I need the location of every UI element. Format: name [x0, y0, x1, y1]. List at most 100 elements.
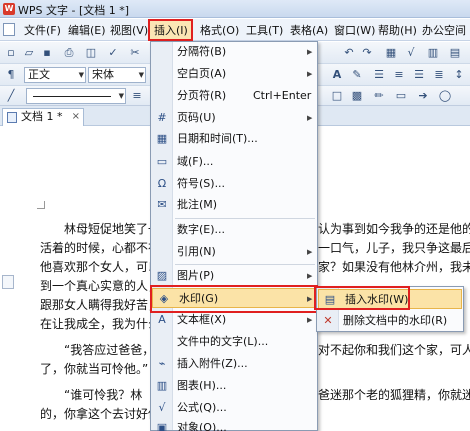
chart-toolbar-icon[interactable]: ▥: [426, 46, 440, 60]
menu-help[interactable]: 帮助(H): [378, 22, 417, 38]
menu-item-picture[interactable]: ▨ 图片(P) ▶: [151, 266, 317, 286]
document-icon[interactable]: [3, 23, 15, 36]
menu-item-text-from-file[interactable]: 文件中的文字(L)...: [151, 332, 317, 352]
undo-icon[interactable]: ↶: [342, 46, 356, 60]
menu-view[interactable]: 视图(V): [110, 22, 148, 38]
doc-line: 认为事到如今我争的还是他的人吗: [318, 222, 470, 236]
wps-logo-icon: W: [3, 3, 15, 15]
print-preview-icon[interactable]: ◫: [84, 46, 98, 60]
submenu-arrow-icon: ▶: [307, 48, 313, 56]
menu-format[interactable]: 格式(O): [200, 22, 239, 38]
attachment-icon: ⌁: [158, 357, 166, 370]
close-tab-icon[interactable]: ×: [72, 109, 80, 125]
menu-item-break[interactable]: 分隔符(B) ▶: [151, 42, 317, 62]
justify-icon[interactable]: ≣: [432, 68, 446, 82]
doc-line: 一口气，儿子，我只争这最后一口: [318, 241, 470, 255]
menu-edit[interactable]: 编辑(E): [68, 22, 106, 38]
submenu-arrow-icon: ▶: [307, 272, 313, 280]
menu-separator: [175, 218, 315, 219]
menu-item-reference[interactable]: 引用(N) ▶: [151, 242, 317, 262]
font-color-icon[interactable]: A: [330, 68, 344, 82]
doc-line: 到一个真心实意的人，: [40, 279, 152, 293]
menu-item-field[interactable]: ▭ 域(F)...: [151, 152, 317, 172]
doc-line: 林母短促地笑了一声，: [64, 222, 152, 236]
page-number-icon: #: [157, 111, 167, 124]
line-spacing-icon[interactable]: ↕: [452, 68, 466, 82]
submenu-arrow-icon: ▶: [307, 70, 313, 78]
menu-separator: [175, 264, 315, 265]
border-icon[interactable]: □: [330, 89, 344, 103]
formula-icon: √: [158, 401, 166, 414]
highlight-icon[interactable]: ✎: [350, 68, 364, 82]
menu-item-delete-watermark[interactable]: ✕ 删除文档中的水印(R): [317, 311, 463, 331]
doc-line: 他喜欢那个女人，可以: [40, 260, 152, 274]
menu-item-date-time[interactable]: ▦ 日期和时间(T)...: [151, 129, 317, 149]
align-left-icon[interactable]: ☰: [372, 68, 386, 82]
formula-toolbar-icon[interactable]: √: [404, 46, 418, 60]
save-icon[interactable]: ▪: [40, 46, 54, 60]
arrow-icon[interactable]: ➔: [416, 89, 430, 103]
menu-item-comment[interactable]: ✉ 批注(M): [151, 195, 317, 215]
menu-item-number[interactable]: 数字(E)...: [151, 220, 317, 240]
menu-window[interactable]: 窗口(W): [334, 22, 375, 38]
align-right-icon[interactable]: ☰: [412, 68, 426, 82]
menu-item-symbol[interactable]: Ω 符号(S)...: [151, 174, 317, 194]
doc-line: “我答应过爸爸，: [40, 343, 152, 357]
window-title: WPS 文字 - [文档 1 *]: [18, 4, 130, 17]
document-tab-icon: [7, 112, 17, 123]
draw-line-icon[interactable]: ╱: [4, 89, 18, 103]
menu-bar: 文件(F) 编辑(E) 视图(V) 插入(I) 格式(O) 工具(T) 表格(A…: [0, 19, 470, 41]
eraser-icon[interactable]: ▭: [394, 89, 408, 103]
open-folder-icon[interactable]: ▱: [22, 46, 36, 60]
chart-icon: ▥: [156, 379, 168, 392]
insert-table-icon[interactable]: ▦: [384, 46, 398, 60]
shading-icon[interactable]: ▩: [350, 89, 364, 103]
watermark-highlight-box: [150, 285, 318, 313]
delete-watermark-icon: ✕: [323, 314, 333, 327]
menu-item-page-number[interactable]: # 页码(U) ▶: [151, 108, 317, 128]
menu-file[interactable]: 文件(F): [24, 22, 61, 38]
doc-line: 在让我成全，我为什么: [40, 317, 152, 331]
menu-item-attachment[interactable]: ⌁ 插入附件(Z)...: [151, 354, 317, 374]
menu-item-textbox[interactable]: A 文本框(X) ▶: [151, 310, 317, 330]
line-style-preview: [33, 96, 111, 97]
line-style-select[interactable]: ▼: [26, 88, 126, 104]
chevron-down-icon: ▼: [118, 92, 124, 100]
line-weight-icon[interactable]: ≡: [130, 89, 144, 103]
menu-item-object[interactable]: ▣ 对象(O)...: [151, 418, 317, 431]
comment-icon: ✉: [157, 198, 167, 211]
insert-watermark-highlight-box: [314, 286, 410, 310]
menu-item-formula[interactable]: √ 公式(Q)...: [151, 398, 317, 418]
style-select[interactable]: 正文 ▼: [24, 67, 86, 83]
spell-check-icon[interactable]: ✓: [106, 46, 120, 60]
doc-line: 活着的时候，心都不在: [40, 241, 152, 255]
object-icon: ▣: [156, 421, 168, 431]
submenu-arrow-icon: ▶: [307, 114, 313, 122]
page-margin-marker: [37, 201, 45, 209]
menu-table[interactable]: 表格(A): [290, 22, 328, 38]
shape-icon[interactable]: ◯: [438, 89, 452, 103]
menu-item-chart[interactable]: ▥ 图表(H)...: [151, 376, 317, 396]
align-center-icon[interactable]: ≡: [392, 68, 406, 82]
redo-icon[interactable]: ↷: [360, 46, 374, 60]
menu-item-page-break[interactable]: 分页符(R) Ctrl+Enter: [151, 86, 317, 106]
styles-pane-icon[interactable]: ¶: [4, 68, 18, 82]
font-select[interactable]: 宋体 ▼: [88, 67, 146, 83]
menu-office-space[interactable]: 办公空间: [422, 22, 466, 38]
title-bar: W WPS 文字 - [文档 1 *]: [0, 0, 470, 18]
doc-line: 家？如果没有他林介州，我未必: [318, 260, 470, 274]
submenu-arrow-icon: ▶: [307, 248, 313, 256]
chevron-down-icon: ▼: [138, 71, 144, 79]
document-tab[interactable]: 文档 1 * ×: [2, 108, 84, 126]
drawing-icon[interactable]: ▤: [448, 46, 462, 60]
chevron-down-icon: ▼: [78, 71, 84, 79]
cut-icon[interactable]: ✂: [128, 46, 142, 60]
menu-item-blank-page[interactable]: 空白页(A) ▶: [151, 64, 317, 84]
submenu-arrow-icon: ▶: [307, 316, 313, 324]
print-icon[interactable]: ⎙: [62, 46, 76, 60]
pen-icon[interactable]: ✏: [372, 89, 386, 103]
menu-tools[interactable]: 工具(T): [246, 22, 283, 38]
menu-insert[interactable]: 插入(I): [154, 22, 188, 38]
new-document-icon[interactable]: ▫: [4, 46, 18, 60]
calendar-icon: ▦: [156, 132, 168, 145]
